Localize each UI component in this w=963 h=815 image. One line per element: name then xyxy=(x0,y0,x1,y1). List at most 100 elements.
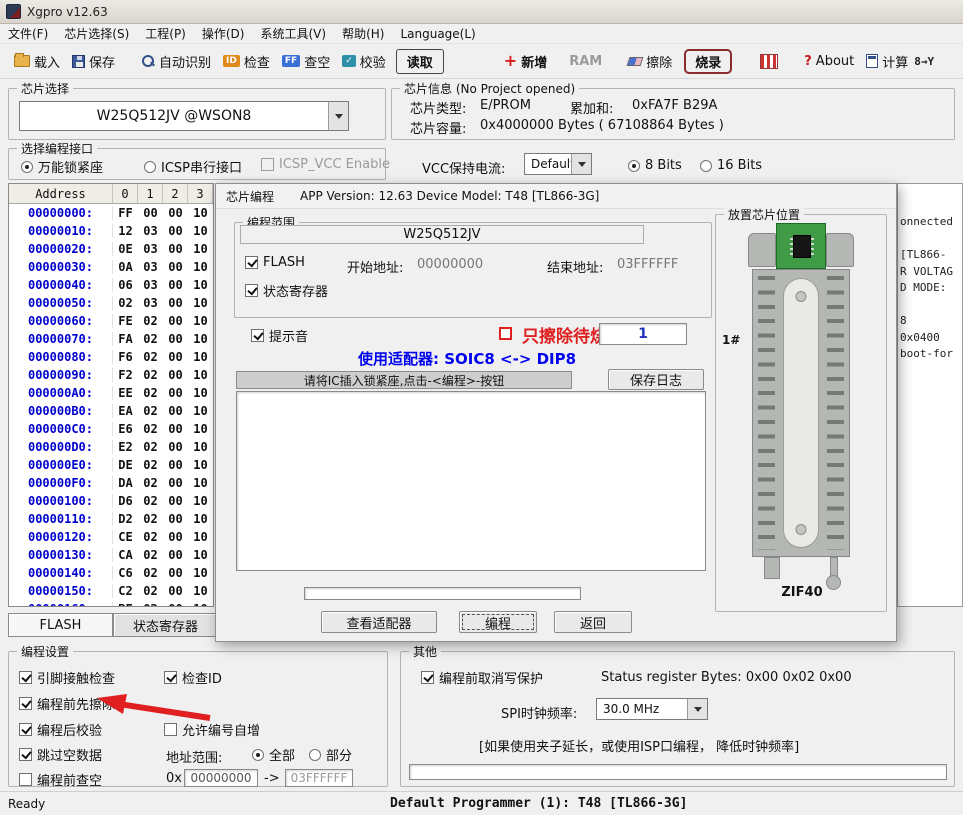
checkbox-label: 状态寄存器 xyxy=(263,281,328,300)
about-label: About xyxy=(816,54,854,69)
checkbox-status-register-region[interactable]: 状态寄存器 xyxy=(245,281,328,300)
chip-type-label: 芯片类型: xyxy=(410,98,466,117)
checkbox-pin-contact-check[interactable]: 引脚接触检查 xyxy=(19,668,115,687)
view-adapter-button[interactable]: 查看适配器 xyxy=(321,611,437,633)
add-button[interactable]: + 新增 xyxy=(498,49,553,74)
hex-byte: 02 xyxy=(138,494,163,508)
chevron-down-icon[interactable] xyxy=(571,154,591,174)
menu-item[interactable]: 操作(D) xyxy=(194,23,253,44)
spi-hint-text: [如果使用夹子延长，或使用ISP口编程， 降低时钟频率] xyxy=(479,736,799,755)
hex-byte: 10 xyxy=(188,350,213,364)
calc-label: 计算 xyxy=(882,52,908,71)
vcc-combo[interactable]: Default xyxy=(524,153,592,175)
verify-badge-icon: ✓ xyxy=(342,55,356,68)
hex-byte: 10 xyxy=(188,278,213,292)
burn-button[interactable]: 烧录 xyxy=(684,49,732,74)
log-line xyxy=(898,231,962,248)
radio-16-bits[interactable]: 16 Bits xyxy=(700,158,762,173)
hex-byte: 10 xyxy=(188,548,213,562)
checkbox-flash-region[interactable]: FLASH xyxy=(245,255,305,270)
interface-group-label: 选择编程接口 xyxy=(17,140,97,157)
menu-item[interactable]: 文件(F) xyxy=(0,23,56,44)
address-to-field[interactable]: 03FFFFFF xyxy=(285,769,353,787)
program-log-area[interactable] xyxy=(236,391,706,571)
hex-address: 00000020: xyxy=(9,242,113,256)
hex-address: 000000A0: xyxy=(9,386,113,400)
radio-dot xyxy=(252,749,264,761)
log-line: 8 xyxy=(898,313,962,330)
ic-test-button[interactable] xyxy=(754,51,784,72)
spi-clock-combo[interactable]: 30.0 MHz xyxy=(596,698,708,720)
calculator-button[interactable]: 计算 xyxy=(860,49,914,74)
radio-8-bits[interactable]: 8 Bits xyxy=(628,158,682,173)
tab-status-register[interactable]: 状态寄存器 xyxy=(113,613,218,637)
hex-byte: D2 xyxy=(113,512,138,526)
hex-address: 00000100: xyxy=(9,494,113,508)
chevron-down-icon[interactable] xyxy=(328,102,348,130)
radio-universal-socket[interactable]: 万能锁紧座 xyxy=(21,157,103,176)
chevron-down-icon[interactable] xyxy=(687,699,707,719)
checkbox-erase-only-part[interactable] xyxy=(499,327,512,340)
other-progress-bar xyxy=(409,764,947,780)
erase-button[interactable]: 擦除 xyxy=(622,49,678,74)
return-button[interactable]: 返回 xyxy=(554,611,632,633)
save-log-button[interactable]: 保存日志 xyxy=(608,369,704,390)
auto-detect-button[interactable]: 自动识别 xyxy=(135,49,217,74)
checkbox-remove-write-protect[interactable]: 编程前取消写保护 xyxy=(421,668,543,687)
add-label: 新增 xyxy=(521,52,547,71)
hex-prefix-label: 0x xyxy=(166,771,182,786)
log-line: 0x0400 xyxy=(898,330,962,347)
hex-buffer-table[interactable]: Address 0 1 2 3 00000000: FF 00 00 10 xyxy=(8,183,214,607)
radio-icsp[interactable]: ICSP串行接口 xyxy=(144,157,242,176)
load-label: 载入 xyxy=(34,52,60,71)
checkbox-label: 编程后校验 xyxy=(37,720,102,739)
socket-foot-left xyxy=(764,557,780,579)
menu-item[interactable]: Language(L) xyxy=(392,25,483,43)
hex-byte: 00 xyxy=(163,476,188,490)
chip-placement-label: 放置芯片位置 xyxy=(724,206,804,223)
hex-byte: CE xyxy=(113,530,138,544)
menu-item[interactable]: 工程(P) xyxy=(137,23,194,44)
checkbox-icsp-vcc[interactable]: ICSP_VCC Enable xyxy=(261,157,390,172)
hex-column-header: 2 xyxy=(163,184,188,203)
hex-byte: 02 xyxy=(138,530,163,544)
checkbox-skip-blank-data[interactable]: 跳过空数据 xyxy=(19,745,102,764)
read-button[interactable]: 读取 xyxy=(396,49,444,74)
chip-select-combo[interactable]: W25Q512JV @WSON8 xyxy=(19,101,349,131)
hex-byte: 00 xyxy=(163,296,188,310)
auto-detect-label: 自动识别 xyxy=(159,52,211,71)
table-row: 00000120: CE 02 00 10 xyxy=(9,528,213,546)
logic-gate-icon[interactable]: 8→Y xyxy=(914,55,934,68)
count-field[interactable]: 1 xyxy=(599,323,687,345)
burn-label: 烧录 xyxy=(695,52,721,71)
blank-check-button[interactable]: FF 查空 xyxy=(276,49,336,74)
checkbox-check-id[interactable]: 检查ID xyxy=(164,668,222,687)
chip-program-dialog: 芯片编程 APP Version: 12.63 Device Model: T4… xyxy=(215,183,897,642)
menu-item[interactable]: 芯片选择(S) xyxy=(56,23,137,44)
save-button[interactable]: 保存 xyxy=(66,49,121,74)
load-button[interactable]: 载入 xyxy=(8,49,66,74)
hex-byte: C2 xyxy=(113,584,138,598)
menu-item[interactable]: 系统工具(V) xyxy=(252,23,334,44)
table-row: 00000020: 0E 03 00 10 xyxy=(9,240,213,258)
id-badge-icon: ID xyxy=(223,55,240,68)
address-from-field[interactable]: 00000000 xyxy=(184,769,258,787)
hex-byte: FF xyxy=(113,206,138,220)
check-id-button[interactable]: ID 检查 xyxy=(217,49,276,74)
hex-byte: FA xyxy=(113,332,138,346)
checkbox-beep[interactable]: 提示音 xyxy=(251,326,308,345)
verify-button[interactable]: ✓ 校验 xyxy=(336,49,392,74)
menu-item[interactable]: 帮助(H) xyxy=(334,23,392,44)
end-address-value: 03FFFFFF xyxy=(617,257,678,272)
table-row: 00000010: 12 03 00 10 xyxy=(9,222,213,240)
tab-flash[interactable]: FLASH xyxy=(8,613,113,637)
radio-address-all[interactable]: 全部 xyxy=(252,745,295,764)
radio-address-partial[interactable]: 部分 xyxy=(309,745,352,764)
checkbox-blank-check-before[interactable]: 编程前查空 xyxy=(19,770,102,789)
table-row: 000000D0: E2 02 00 10 xyxy=(9,438,213,456)
program-button[interactable]: 编程 xyxy=(459,611,537,633)
ram-button[interactable]: RAM xyxy=(563,51,608,72)
about-button[interactable]: ? About xyxy=(798,51,860,72)
checkbox-verify-after-program[interactable]: 编程后校验 xyxy=(19,720,102,739)
title-bar[interactable]: Xgpro v12.63 xyxy=(0,0,963,24)
